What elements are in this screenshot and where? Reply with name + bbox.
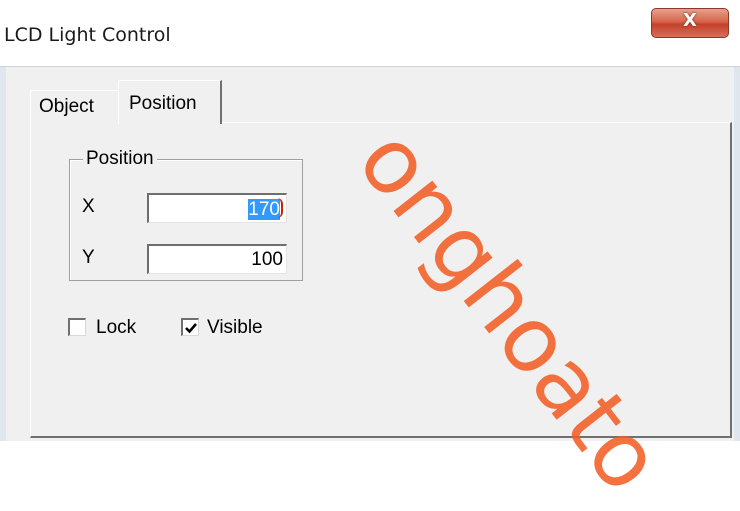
y-input[interactable]: 100 <box>147 244 287 274</box>
close-icon: X <box>683 10 697 31</box>
window-frame-right <box>734 67 740 441</box>
lock-checkbox[interactable] <box>68 318 86 336</box>
dialog-window: LCD Light Control X Object Position Posi… <box>0 0 740 511</box>
y-input-value: 100 <box>251 249 283 270</box>
x-label: X <box>82 196 95 217</box>
checkmark-icon <box>185 323 197 334</box>
tab-position[interactable]: Position <box>118 80 222 124</box>
active-tab-joint <box>119 122 220 124</box>
visible-label[interactable]: Visible <box>207 317 263 339</box>
position-group-legend: Position <box>83 148 157 170</box>
tab-object[interactable]: Object <box>30 90 118 123</box>
close-button[interactable]: X <box>651 8 729 38</box>
window-frame-left <box>0 67 6 441</box>
window-title: LCD Light Control <box>4 24 171 46</box>
title-bar[interactable]: LCD Light Control X <box>0 0 740 67</box>
text-caret <box>276 198 283 218</box>
lock-label[interactable]: Lock <box>96 317 136 339</box>
y-label: Y <box>82 247 95 268</box>
x-input[interactable]: 170 <box>147 193 287 223</box>
visible-checkbox[interactable] <box>181 318 199 336</box>
